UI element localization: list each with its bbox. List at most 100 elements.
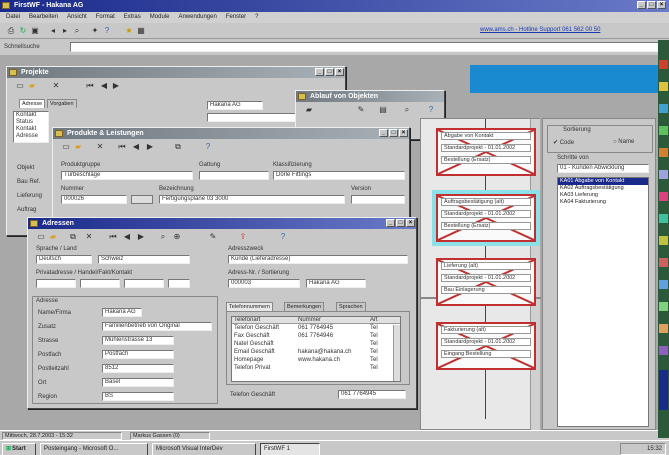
ort-field[interactable]: Basel (102, 378, 174, 387)
next-record-icon[interactable]: ▶ (111, 81, 121, 90)
steps-list-item[interactable]: KA01 Abgabe von Kontakt (558, 178, 648, 185)
phone-table-scrollbar[interactable] (393, 325, 400, 381)
copy-icon[interactable]: ⧉ (68, 232, 78, 241)
edit-icon[interactable]: ▤ (378, 105, 388, 114)
tab-telefonnummern[interactable]: Telefonnummern (226, 302, 273, 311)
steps-list-item[interactable]: KA04 Fakturierung (558, 199, 648, 206)
close-button[interactable]: × (657, 1, 666, 9)
nummer-field[interactable]: 000026 (61, 195, 127, 204)
new-icon[interactable]: ▭ (36, 232, 46, 241)
find-icon[interactable]: ⌕ (72, 26, 82, 35)
bezeichnung-field[interactable]: Fertigungspläne 03 3000 (159, 195, 345, 204)
task-outlook[interactable]: Posteingang - Microsoft O... (40, 443, 148, 455)
radio-code[interactable]: ✔ Code (553, 139, 574, 146)
app-shortcut-icon[interactable] (659, 60, 668, 69)
prev-record-icon[interactable]: ◀ (122, 232, 132, 241)
attach-icon[interactable]: ✎ (208, 232, 218, 241)
tab-bemerkungen[interactable]: Bemerkungen (284, 302, 325, 311)
menu-help[interactable]: ? (255, 14, 258, 20)
quicksearch-input[interactable] (70, 42, 660, 52)
open-icon[interactable]: ▰ (48, 232, 58, 241)
globe-shortcut-icon[interactable] (659, 214, 668, 223)
start-button[interactable]: ⊞Start (2, 443, 36, 455)
flow-box-0[interactable]: Abgabe von Kontakt Standardprojekt - 01.… (436, 128, 536, 176)
handel-field[interactable] (80, 279, 120, 288)
kontakt-field[interactable] (168, 279, 190, 288)
calendar-shortcut-icon[interactable] (659, 324, 668, 333)
menu-bearbeiten[interactable]: Bearbeiten (29, 14, 58, 20)
grid-icon[interactable]: ▦ (136, 26, 146, 35)
folder-shortcut-icon[interactable] (659, 82, 668, 91)
menu-format[interactable]: Format (96, 14, 115, 20)
media-shortcut-icon[interactable] (659, 192, 668, 201)
adress-nr-field[interactable]: 000003 (228, 279, 300, 288)
flow-box-3[interactable]: Fakturierung (alt) Standardprojekt - 01.… (436, 322, 536, 370)
steps-select[interactable]: 01 - Kunden Abwicklung (557, 164, 649, 173)
postfach-field[interactable]: Postfach (102, 350, 174, 359)
help-icon[interactable]: ? (278, 232, 288, 241)
sprache-field[interactable]: Deutsch (36, 255, 92, 264)
menu-module[interactable]: Module (150, 14, 170, 20)
open-icon[interactable]: ▰ (27, 81, 37, 90)
produkte-close-button[interactable]: × (399, 129, 408, 137)
produktgruppe-field[interactable]: Türbeschläge (61, 171, 193, 180)
kontakt-list[interactable]: Kontakt Status Kontakt Adresse (13, 111, 49, 143)
delete-icon[interactable]: ✕ (95, 142, 105, 151)
open-icon[interactable]: ▰ (73, 142, 83, 151)
back-icon[interactable]: ◂ (48, 26, 58, 35)
wizard-icon[interactable]: ✦ (90, 26, 100, 35)
export-icon[interactable]: ⇪ (238, 232, 248, 241)
prev-record-icon[interactable]: ◀ (131, 142, 141, 151)
fakt-field[interactable] (124, 279, 164, 288)
star-icon[interactable]: ★ (124, 26, 134, 35)
tab-adresse[interactable]: Adresse (19, 99, 46, 108)
privatadresse-field[interactable] (36, 279, 76, 288)
new-icon[interactable]: ▭ (61, 142, 71, 151)
notes-shortcut-icon[interactable] (659, 346, 668, 355)
strasse-field[interactable]: Mühlenstrasse 13 (102, 336, 174, 345)
steps-list-item[interactable]: KA02 Auftragsbestätigung (558, 185, 648, 192)
projekt-field[interactable] (207, 113, 297, 122)
produkte-minimize-button[interactable]: _ (379, 129, 388, 137)
tool-shortcut-icon[interactable] (659, 126, 668, 135)
help-icon[interactable]: ? (203, 142, 213, 151)
flow-box-2[interactable]: Lieferung (alt) Standardprojekt - 01.01.… (436, 258, 536, 306)
sortierung-field[interactable]: Hakana AG (306, 279, 366, 288)
first-record-icon[interactable]: ⏮ (117, 142, 127, 151)
region-field[interactable]: BS (102, 392, 174, 401)
next-record-icon[interactable]: ▶ (136, 232, 146, 241)
projekte-maximize-button[interactable]: □ (325, 68, 334, 76)
trash-shortcut-icon[interactable] (659, 258, 668, 267)
network-shortcut-icon[interactable] (659, 104, 668, 113)
adressen-maximize-button[interactable]: □ (396, 219, 405, 227)
search-icon[interactable]: ⌕ (402, 105, 412, 114)
help-icon[interactable]: ? (102, 26, 112, 35)
chart-shortcut-icon[interactable] (659, 236, 668, 245)
search-icon[interactable]: ⌕ (158, 232, 168, 241)
delete-icon[interactable]: ✕ (51, 81, 61, 90)
open-icon[interactable]: ▰ (304, 105, 314, 114)
new-icon[interactable]: ▭ (15, 81, 25, 90)
adressen-minimize-button[interactable]: _ (386, 219, 395, 227)
first-record-icon[interactable]: ⏮ (108, 232, 118, 241)
land-field[interactable]: Schweiz (98, 255, 190, 264)
minimize-button[interactable]: _ (637, 1, 646, 9)
mail-shortcut-icon[interactable] (659, 170, 668, 179)
first-record-icon[interactable]: ⏮ (85, 81, 95, 90)
edit-icon[interactable]: ✎ (356, 105, 366, 114)
produkte-maximize-button[interactable]: □ (389, 129, 398, 137)
next-record-icon[interactable]: ▶ (145, 142, 155, 151)
forward-icon[interactable]: ▸ (60, 26, 70, 35)
steps-list-item[interactable]: KA03 Lieferung (558, 192, 648, 199)
help-icon[interactable]: ? (426, 105, 436, 114)
projekte-minimize-button[interactable]: _ (315, 68, 324, 76)
menu-extras[interactable]: Extras (124, 14, 141, 20)
settings-shortcut-icon[interactable] (659, 302, 668, 311)
disk-shortcut-icon[interactable] (659, 280, 668, 289)
refresh-icon[interactable]: ↻ (18, 26, 28, 35)
firma-field[interactable]: Hakana AG (207, 101, 263, 110)
menu-ansicht[interactable]: Ansicht (67, 14, 87, 20)
copy-icon[interactable]: ⧉ (173, 142, 183, 151)
task-firstwf[interactable]: FirstWF 1 (260, 443, 320, 455)
footer-phone-field[interactable]: 061 7764945 (338, 390, 406, 399)
